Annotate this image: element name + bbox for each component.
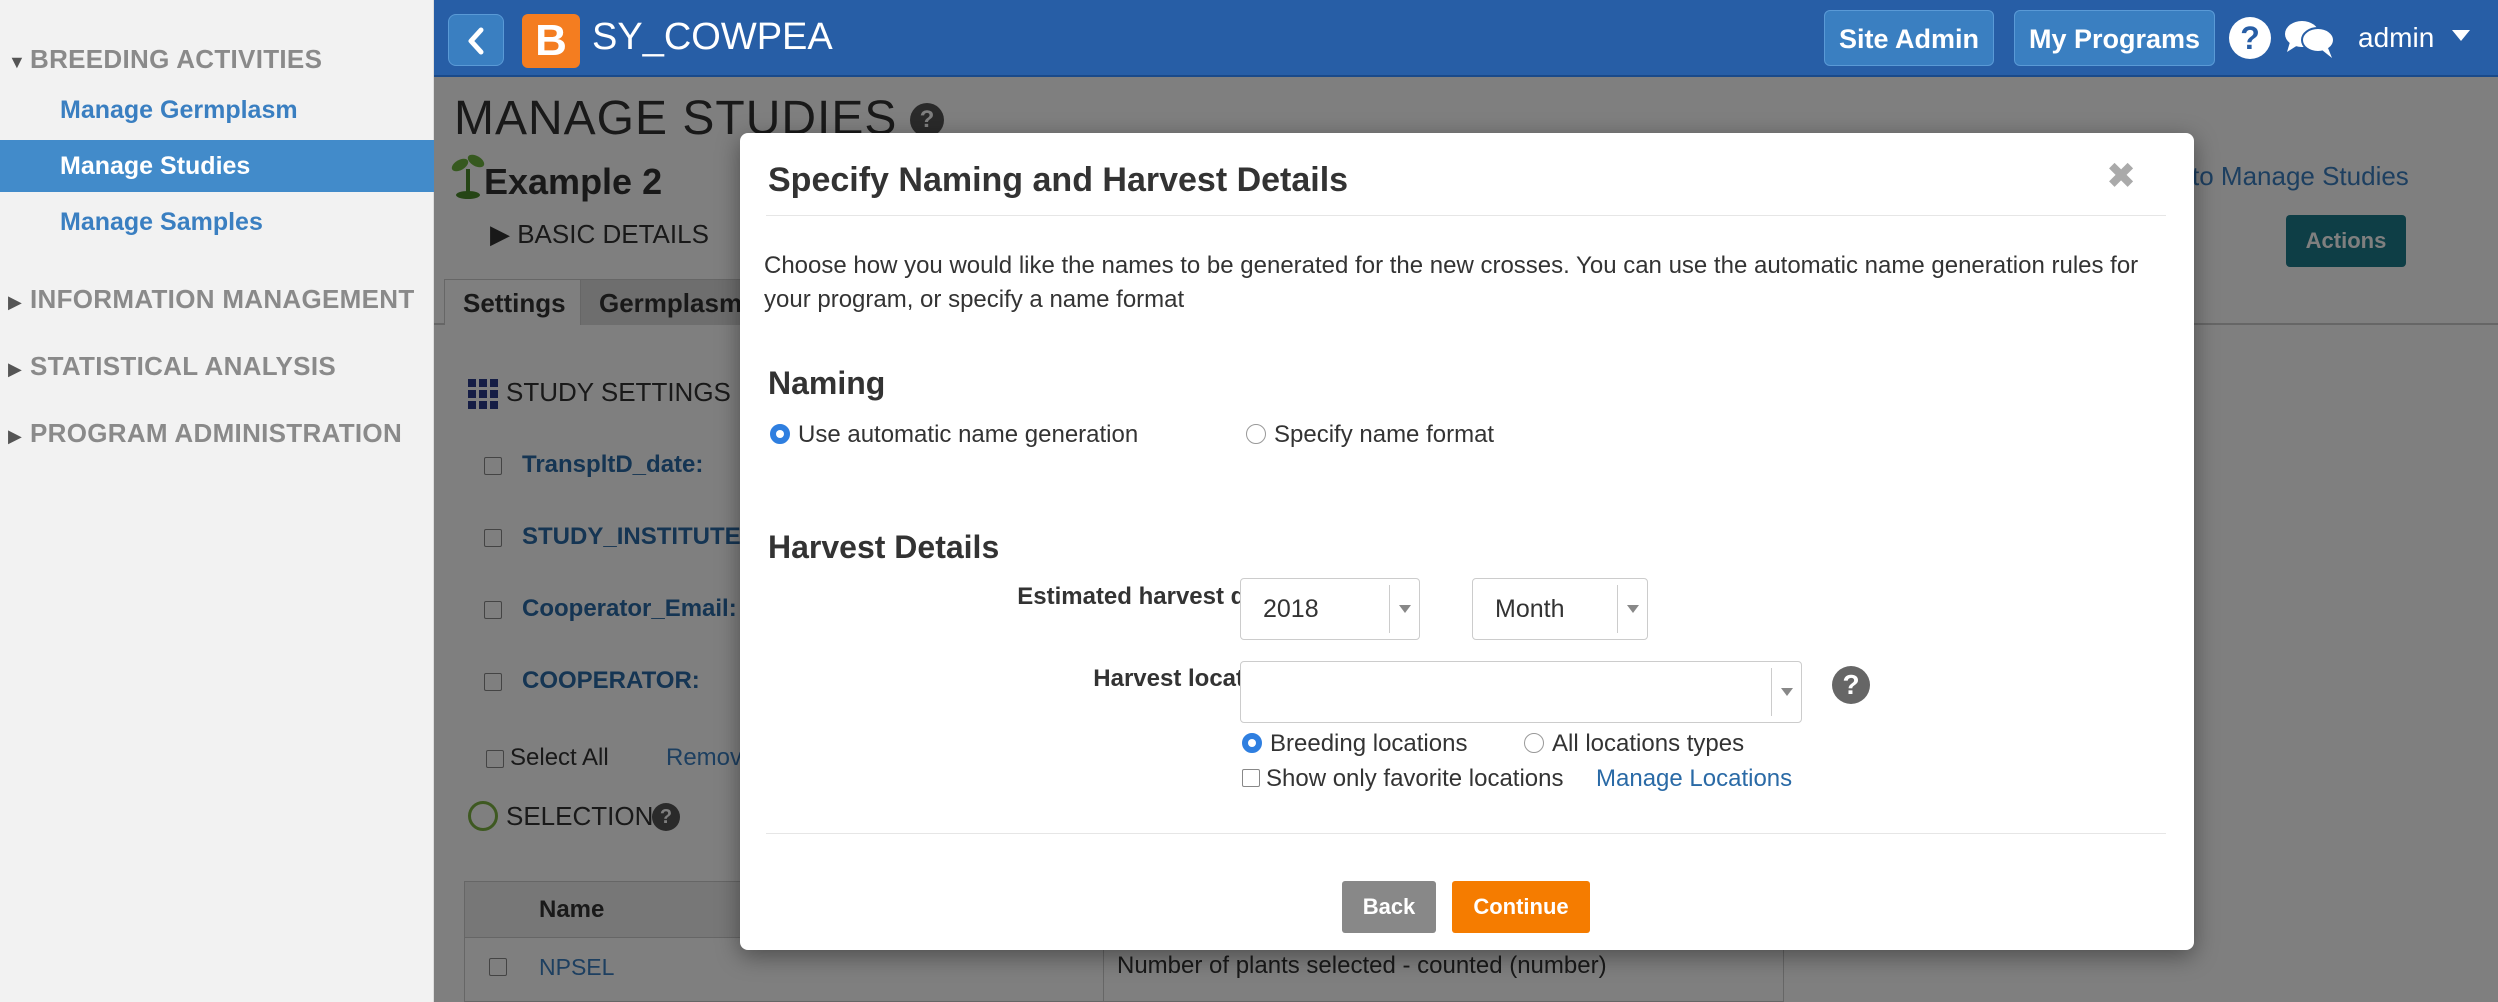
checkbox-icon[interactable]	[1242, 768, 1260, 787]
radio-selected-icon[interactable]	[770, 423, 790, 444]
radio-all-location-types[interactable]: All locations types	[1524, 730, 1744, 758]
help-icon[interactable]: ?	[2229, 17, 2271, 59]
modal-description: Choose how you would like the names to b…	[764, 252, 2139, 313]
radio-selected-icon[interactable]	[1242, 732, 1262, 753]
chevron-down-icon	[1617, 585, 1647, 633]
site-admin-button[interactable]: Site Admin	[1824, 10, 1995, 66]
sidebar-item-manage-germplasm[interactable]: Manage Germplasm	[0, 84, 434, 136]
harvest-details-heading: Harvest Details	[768, 529, 1000, 565]
sidebar-item-manage-studies[interactable]: Manage Studies	[0, 140, 434, 192]
sidebar-section-statistical-analysis[interactable]: ▶ STATISTICAL ANALYSIS	[0, 351, 336, 382]
app-logo: B	[522, 14, 580, 68]
radio-breeding-locations[interactable]: Breeding locations	[1242, 730, 1467, 758]
triangle-right-icon: ▶	[8, 426, 23, 446]
my-programs-button[interactable]: My Programs	[2014, 10, 2216, 66]
harvest-year-select[interactable]: 2018	[1240, 578, 1420, 640]
radio-specify-format[interactable]: Specify name format	[1246, 421, 1494, 449]
naming-harvest-modal: Specify Naming and Harvest Details ✖ Cho…	[740, 133, 2194, 950]
sidebar-section-information-management[interactable]: ▶ INFORMATION MANAGEMENT	[0, 284, 415, 315]
chevron-down-icon	[1389, 585, 1419, 633]
manage-locations-link[interactable]: Manage Locations	[1596, 765, 1792, 793]
sidebar-section-breeding-activities[interactable]: ▼ BREEDING ACTIVITIES	[0, 44, 322, 75]
user-menu[interactable]: admin	[2358, 22, 2434, 54]
program-title: SY_COWPEA	[592, 16, 833, 58]
question-icon[interactable]: ?	[1832, 666, 1870, 704]
radio-icon[interactable]	[1246, 423, 1266, 444]
naming-heading: Naming	[768, 365, 886, 401]
triangle-right-icon: ▶	[8, 292, 23, 312]
back-button[interactable]: Back	[1342, 881, 1436, 933]
harvest-month-select[interactable]: Month	[1472, 578, 1648, 640]
caret-down-icon[interactable]	[2452, 30, 2470, 41]
sidebar: ▼ BREEDING ACTIVITIES Manage Germplasm Ma…	[0, 0, 434, 1002]
sidebar-section-program-administration[interactable]: ▶ PROGRAM ADMINISTRATION	[0, 418, 402, 449]
top-navigation-bar: B SY_COWPEA Site Admin My Programs ? adm…	[434, 0, 2498, 77]
triangle-down-icon: ▼	[8, 52, 27, 72]
favorite-locations-checkbox[interactable]: Show only favorite locations	[1242, 765, 1564, 793]
radio-automatic-naming[interactable]: Use automatic name generation	[770, 421, 1138, 449]
back-button[interactable]	[448, 14, 504, 66]
modal-title: Specify Naming and Harvest Details	[768, 161, 1349, 199]
sidebar-item-manage-samples[interactable]: Manage Samples	[0, 196, 434, 248]
triangle-right-icon: ▶	[8, 359, 23, 379]
chat-icon[interactable]	[2284, 18, 2336, 60]
harvest-location-label: Harvest location:	[1093, 665, 1288, 692]
chevron-left-icon	[468, 27, 484, 55]
continue-button[interactable]: Continue	[1452, 881, 1590, 933]
harvest-location-select[interactable]	[1240, 661, 1802, 723]
chevron-down-icon	[1771, 668, 1801, 716]
close-icon[interactable]: ✖	[2106, 155, 2136, 197]
harvest-date-label: Estimated harvest date:	[1017, 583, 1288, 610]
radio-icon[interactable]	[1524, 732, 1544, 753]
